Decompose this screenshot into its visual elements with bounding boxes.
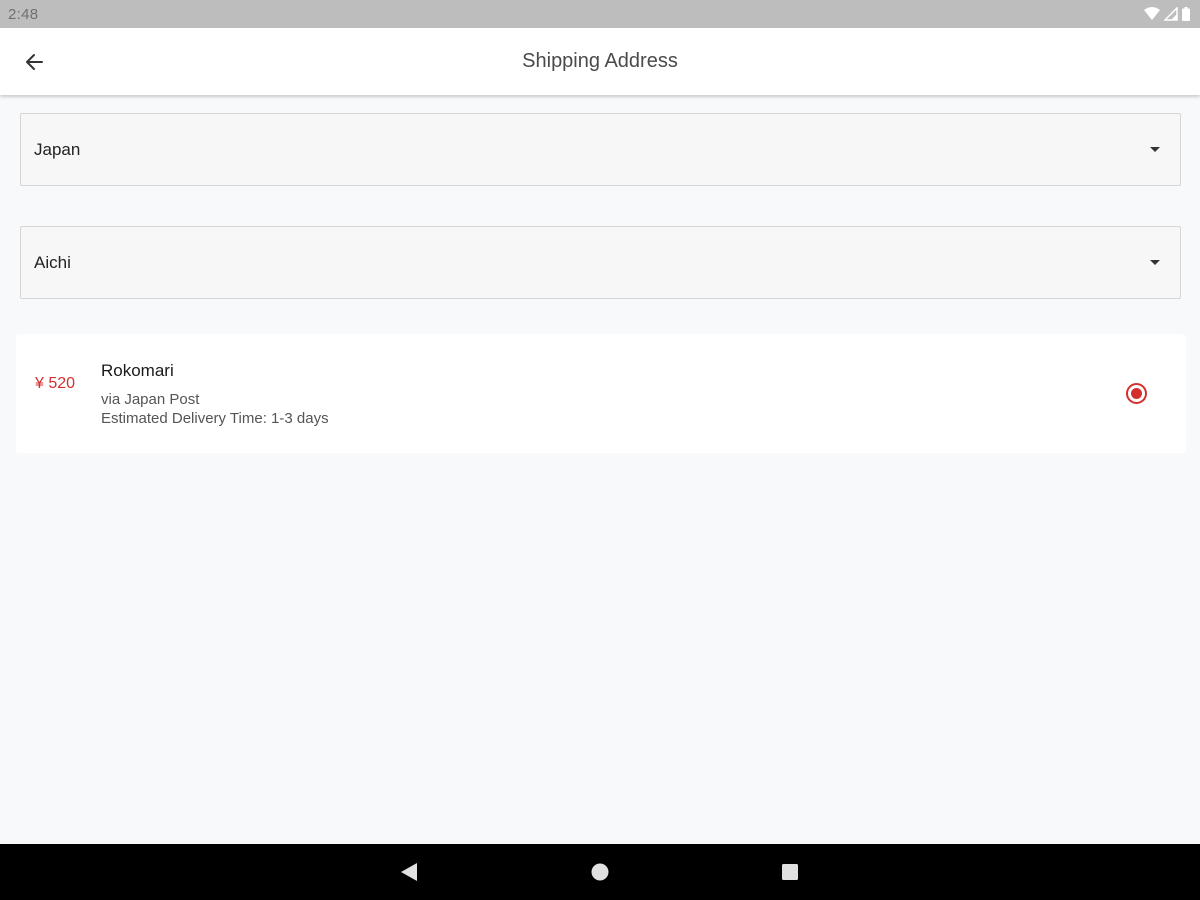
country-dropdown-value: Japan xyxy=(34,139,81,159)
nav-home-button[interactable] xyxy=(580,852,620,892)
cell-signal-icon xyxy=(1164,7,1178,21)
country-dropdown[interactable]: Japan xyxy=(20,113,1181,186)
caret-down-icon xyxy=(1150,147,1160,152)
arrow-left-icon xyxy=(26,54,43,70)
wifi-icon xyxy=(1144,7,1160,20)
caret-down-icon xyxy=(1150,260,1160,265)
home-circle-icon xyxy=(591,863,609,881)
status-icons xyxy=(1144,7,1190,21)
shipping-option-card[interactable]: ¥ 520 Rokomari via Japan Post Estimated … xyxy=(16,334,1186,453)
delivery-estimate: Estimated Delivery Time: 1-3 days xyxy=(101,410,329,427)
region-dropdown[interactable]: Aichi xyxy=(20,226,1181,299)
system-nav-bar xyxy=(0,844,1200,900)
nav-recents-button[interactable] xyxy=(770,852,810,892)
status-time: 2:48 xyxy=(8,5,39,23)
battery-icon xyxy=(1182,7,1190,21)
nav-back-button[interactable] xyxy=(389,852,429,892)
recents-square-icon xyxy=(782,864,798,880)
app-bar: Shipping Address xyxy=(0,28,1200,95)
back-triangle-icon xyxy=(401,863,417,881)
shipping-method-name: Rokomari xyxy=(101,361,174,380)
shipping-radio-button[interactable] xyxy=(1126,383,1147,404)
radio-selected-dot xyxy=(1131,388,1142,399)
region-dropdown-value: Aichi xyxy=(34,252,71,272)
shipping-price: ¥ 520 xyxy=(35,375,76,392)
back-button[interactable] xyxy=(14,42,54,82)
status-bar: 2:48 xyxy=(0,0,1200,28)
page-title: Shipping Address xyxy=(522,50,678,72)
shipping-carrier: via Japan Post xyxy=(101,391,200,408)
